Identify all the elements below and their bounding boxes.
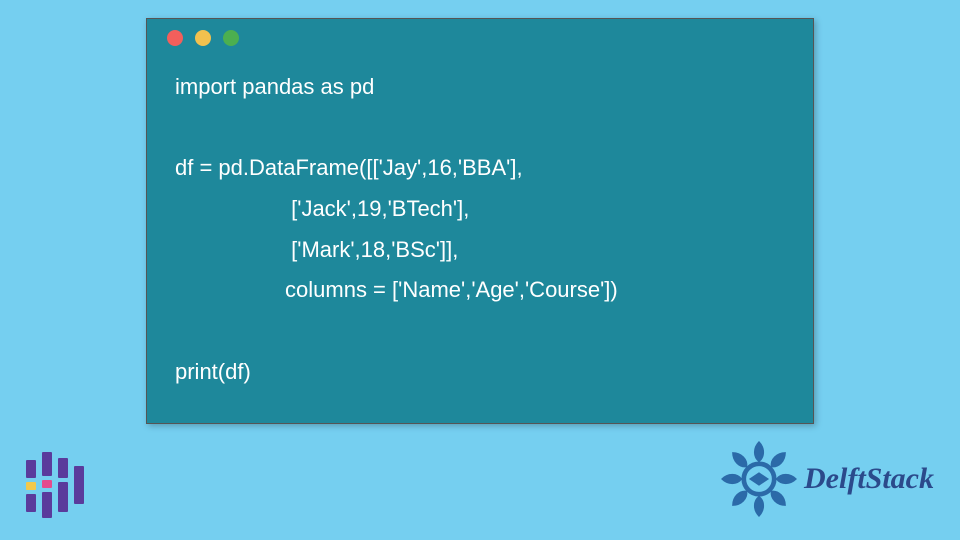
brand-container: </> DelftStack <box>720 440 934 518</box>
site-logo-left-icon <box>26 452 88 518</box>
code-line: print(df) <box>175 359 251 384</box>
svg-text:</>: </> <box>752 475 766 484</box>
window-maximize-dot-icon <box>223 30 239 46</box>
code-line: columns = ['Name','Age','Course']) <box>175 277 618 302</box>
code-line: df = pd.DataFrame([['Jay',16,'BBA'], <box>175 155 523 180</box>
code-line: import pandas as pd <box>175 74 374 99</box>
brand-name: DelftStack <box>804 462 934 496</box>
code-line: ['Mark',18,'BSc']], <box>175 237 458 262</box>
window-minimize-dot-icon <box>195 30 211 46</box>
code-line: ['Jack',19,'BTech'], <box>175 196 469 221</box>
window-titlebar <box>147 19 813 57</box>
code-body: import pandas as pd df = pd.DataFrame([[… <box>147 57 813 423</box>
window-close-dot-icon <box>167 30 183 46</box>
code-window: import pandas as pd df = pd.DataFrame([[… <box>146 18 814 424</box>
brand-mandala-icon: </> <box>720 440 798 518</box>
